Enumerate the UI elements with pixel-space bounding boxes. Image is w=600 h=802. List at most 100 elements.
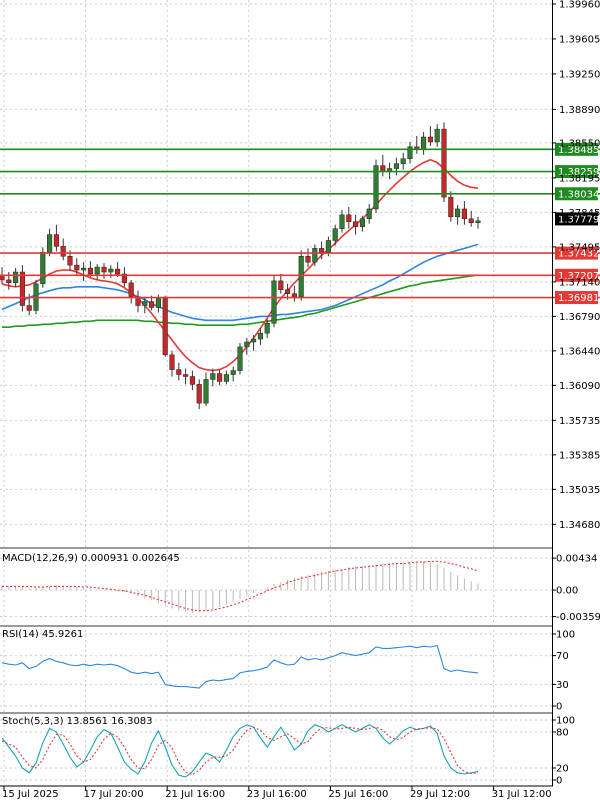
candle-body-64 bbox=[434, 128, 440, 143]
candle-33 bbox=[223, 370, 229, 385]
candle-body-68 bbox=[461, 208, 467, 220]
candle-31 bbox=[210, 368, 216, 387]
candle-54 bbox=[366, 204, 372, 224]
time-label-5: 29 Jul 12:00 bbox=[410, 789, 470, 800]
macd-tick-label-2: -0.003597 bbox=[556, 612, 600, 623]
price-tick-label-3: 1.38890 bbox=[559, 105, 600, 116]
candle-35 bbox=[237, 342, 243, 375]
price-tick-label-5: 1.38195 bbox=[559, 173, 600, 184]
candle-body-40 bbox=[271, 280, 277, 324]
candle-body-7 bbox=[47, 234, 53, 253]
candle-24 bbox=[162, 295, 168, 357]
candle-30 bbox=[203, 372, 209, 407]
stoch-tick-label-2: 20 bbox=[556, 764, 569, 775]
candle-43 bbox=[291, 285, 297, 302]
candle-body-10 bbox=[67, 256, 73, 266]
price-tick-label-14: 1.35035 bbox=[559, 485, 600, 496]
candle-body-15 bbox=[101, 266, 107, 273]
candle-body-23 bbox=[155, 298, 161, 308]
candle-body-19 bbox=[128, 282, 134, 297]
candle-body-41 bbox=[278, 280, 284, 291]
price-tick-label-8: 1.37140 bbox=[559, 277, 600, 288]
macd-signal-line bbox=[2, 560, 479, 612]
candle-body-26 bbox=[176, 369, 182, 375]
candle-27 bbox=[183, 368, 189, 385]
candle-9 bbox=[60, 238, 66, 261]
candle-body-43 bbox=[291, 293, 297, 297]
candle-body-17 bbox=[115, 268, 121, 275]
candle-body-33 bbox=[223, 374, 229, 382]
candle-body-14 bbox=[94, 266, 100, 275]
candle-body-11 bbox=[74, 264, 80, 271]
candle-body-24 bbox=[162, 298, 168, 356]
candle-20 bbox=[135, 290, 141, 313]
time-label-3: 23 Jul 16:00 bbox=[247, 789, 307, 800]
time-label-4: 25 Jul 16:00 bbox=[328, 789, 388, 800]
candle-body-46 bbox=[312, 248, 318, 263]
candle-body-49 bbox=[332, 228, 338, 241]
macd-tick-label-0: 0.00434 bbox=[556, 554, 597, 565]
time-axis: 15 Jul 2025 17 Jul 20:00 21 Jul 16:00 23 Ju… bbox=[2, 786, 552, 800]
macd-tick-label-1: 0.00 bbox=[556, 586, 578, 597]
candle-15 bbox=[101, 263, 107, 279]
time-label-0: 15 Jul 2025 bbox=[2, 789, 59, 800]
moving-averages bbox=[1, 158, 479, 372]
rsi-tick-label-0: 100 bbox=[556, 630, 575, 641]
price-tick-label-7: 1.37495 bbox=[559, 242, 600, 253]
time-label-6: 31 Jul 12:00 bbox=[492, 789, 552, 800]
candle-28 bbox=[189, 370, 195, 391]
candle-body-58 bbox=[393, 163, 399, 169]
level-label-2: 1.38034 bbox=[558, 189, 599, 200]
candle-body-59 bbox=[400, 158, 406, 164]
candle-61 bbox=[414, 136, 420, 154]
price-tick-label-13: 1.35385 bbox=[559, 450, 600, 461]
stoch-tick-label-3: 0 bbox=[556, 776, 562, 787]
candle-body-70 bbox=[475, 220, 481, 223]
macd-panel bbox=[1, 560, 479, 613]
candle-body-37 bbox=[251, 338, 257, 343]
candle-body-12 bbox=[81, 267, 87, 271]
candle-37 bbox=[251, 335, 257, 351]
candle-body-48 bbox=[325, 240, 331, 253]
candle-32 bbox=[217, 369, 223, 386]
candle-body-1 bbox=[6, 279, 12, 284]
candles bbox=[0, 122, 481, 410]
candle-body-32 bbox=[217, 373, 223, 382]
candle-body-16 bbox=[108, 268, 114, 273]
price-tick-label-12: 1.35735 bbox=[559, 416, 600, 427]
forex-chart: 1.384851.382591.380341.374321.372071.369… bbox=[0, 0, 600, 800]
candle-3 bbox=[19, 265, 25, 312]
candle-50 bbox=[339, 209, 345, 233]
candle-68 bbox=[461, 201, 467, 225]
candle-body-50 bbox=[339, 214, 345, 229]
candle-body-30 bbox=[203, 379, 209, 404]
candle-body-25 bbox=[169, 354, 175, 370]
level-label-5: 1.36981 bbox=[558, 293, 599, 304]
candle-body-8 bbox=[53, 234, 59, 247]
candle-70 bbox=[475, 216, 481, 229]
candle-body-45 bbox=[305, 256, 311, 263]
candle-2 bbox=[13, 268, 19, 287]
candle-body-34 bbox=[230, 370, 236, 375]
candle-58 bbox=[393, 157, 399, 176]
candle-body-28 bbox=[189, 376, 195, 385]
candle-69 bbox=[468, 210, 474, 227]
candle-body-29 bbox=[196, 384, 202, 404]
price-tick-label-9: 1.36790 bbox=[559, 312, 600, 323]
candle-25 bbox=[169, 350, 175, 377]
candle-41 bbox=[278, 273, 284, 294]
candle-19 bbox=[128, 279, 134, 304]
stoch-tick-label-0: 100 bbox=[556, 716, 575, 727]
price-tick-label-11: 1.36090 bbox=[559, 381, 600, 392]
candle-18 bbox=[121, 267, 127, 287]
candle-body-36 bbox=[244, 341, 250, 348]
candle-body-39 bbox=[264, 323, 270, 334]
price-tick-label-10: 1.36440 bbox=[559, 346, 600, 357]
candle-body-13 bbox=[87, 267, 93, 275]
stoch-main-line bbox=[1, 724, 479, 778]
rsi-line bbox=[1, 644, 479, 689]
price-tick-label-6: 1.37845 bbox=[559, 208, 600, 219]
grid bbox=[0, 0, 552, 785]
candle-59 bbox=[400, 152, 406, 170]
candle-8 bbox=[53, 224, 59, 252]
